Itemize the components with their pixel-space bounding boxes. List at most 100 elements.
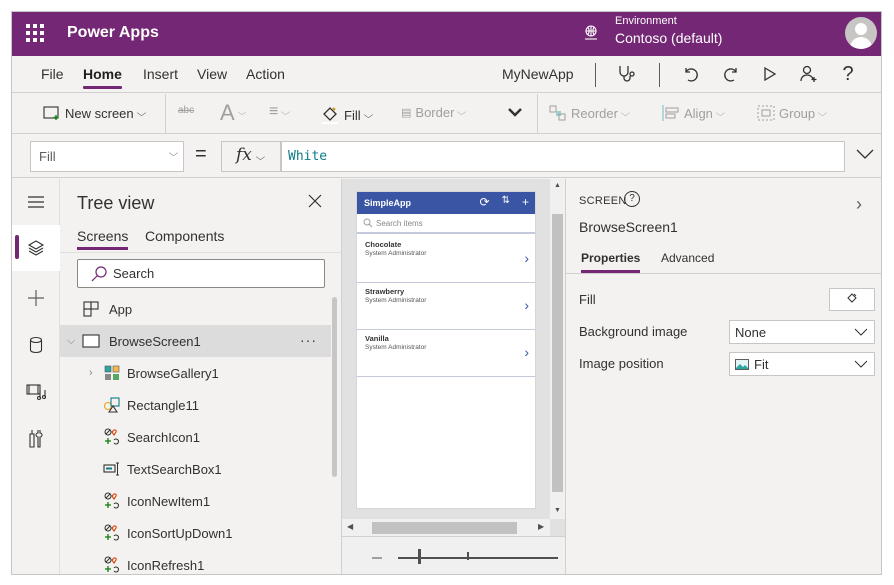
image-position-value: Fit xyxy=(754,356,769,372)
data-icon[interactable] xyxy=(12,322,60,368)
background-image-label: Background image xyxy=(579,324,688,339)
tab-components[interactable]: Components xyxy=(145,228,224,244)
undo-icon[interactable] xyxy=(680,63,702,85)
help-icon[interactable]: ? xyxy=(624,191,640,207)
tree-item-iconnewitem1[interactable]: IconNewItem1 xyxy=(60,485,331,517)
chevron-right-icon[interactable]: › xyxy=(856,194,862,215)
tree-item-rectangle11[interactable]: Rectangle11 xyxy=(60,389,331,421)
tree-item-browsescreen1[interactable]: ⌵ BrowseScreen1 ··· xyxy=(60,325,331,357)
text-align-icon[interactable]: ≡ ⌵ xyxy=(269,103,291,121)
gallery-item[interactable]: Vanilla System Administrator › xyxy=(357,330,535,377)
property-dropdown[interactable]: Fill ⌵ xyxy=(30,141,184,172)
reorder-button[interactable]: Reorder ⌵ xyxy=(549,105,630,121)
reorder-label: Reorder xyxy=(571,105,618,121)
gallery-item[interactable]: Chocolate System Administrator › xyxy=(357,236,535,283)
share-icon[interactable] xyxy=(798,63,820,85)
fill-button[interactable]: Fill ⌵ xyxy=(320,105,373,125)
chevron-right-icon[interactable]: › xyxy=(524,250,529,266)
menu-action[interactable]: Action xyxy=(246,66,285,82)
sort-icon[interactable]: ⇅ xyxy=(502,195,510,209)
environment-label: Environment xyxy=(615,15,677,27)
environment-icon[interactable] xyxy=(583,24,599,42)
scroll-down-icon[interactable]: ▼ xyxy=(554,507,561,514)
tree-item-iconsortupdown1[interactable]: IconSortUpDown1 xyxy=(60,517,331,549)
tree-view-panel: Tree view Screens Components Search App … xyxy=(60,179,341,574)
background-image-dropdown[interactable]: None xyxy=(729,320,875,344)
help-icon[interactable]: ? xyxy=(837,63,859,85)
app-preview-screen[interactable]: SimpleApp ⟳ ⇅ + Search items Chocolate S… xyxy=(356,191,536,509)
media-icon[interactable] xyxy=(12,369,60,415)
gallery-icon xyxy=(103,364,121,382)
tree-item-label: IconNewItem1 xyxy=(127,493,211,509)
scroll-up-icon[interactable]: ▲ xyxy=(554,182,561,189)
tree-item-searchicon1[interactable]: SearchIcon1 xyxy=(60,421,331,453)
close-icon[interactable] xyxy=(308,194,322,208)
fill-color-picker[interactable] xyxy=(829,288,875,311)
scroll-thumb[interactable] xyxy=(552,214,563,492)
fx-button[interactable]: fx ⌵ xyxy=(221,141,281,172)
app-launcher-icon[interactable] xyxy=(26,24,44,42)
advanced-tools-icon[interactable] xyxy=(12,416,60,462)
align-button[interactable]: Align ⌵ xyxy=(662,105,725,121)
tab-advanced[interactable]: Advanced xyxy=(661,251,714,265)
canvas-vertical-scrollbar[interactable]: ▲ ▼ xyxy=(550,179,565,519)
group-button[interactable]: Group ⌵ xyxy=(757,105,827,121)
search-items-input[interactable]: Search items xyxy=(357,214,535,234)
icons-icon xyxy=(103,428,121,446)
zoom-slider[interactable] xyxy=(398,557,558,559)
strikethrough-icon[interactable]: abc xyxy=(178,105,194,116)
scroll-thumb[interactable] xyxy=(372,522,517,534)
image-icon xyxy=(735,358,749,370)
play-icon[interactable] xyxy=(759,63,781,85)
chevron-down-icon[interactable]: ⌵ xyxy=(67,335,79,348)
menu-view[interactable]: View xyxy=(197,66,227,82)
more-options-icon[interactable]: ··· xyxy=(300,332,317,348)
tab-properties[interactable]: Properties xyxy=(581,251,641,273)
tree-item-browsegallery1[interactable]: › BrowseGallery1 xyxy=(60,357,331,389)
tree-scrollbar[interactable] xyxy=(332,297,337,477)
add-icon[interactable]: + xyxy=(522,195,529,209)
canvas-horizontal-scrollbar[interactable]: ◀ ▶ xyxy=(342,519,550,536)
chevron-right-icon[interactable]: › xyxy=(524,297,529,313)
left-nav-rail xyxy=(12,179,60,574)
font-size-icon[interactable]: A ⌵ xyxy=(220,100,246,126)
tree-item-textsearchbox1[interactable]: TextSearchBox1 xyxy=(60,453,331,485)
formula-input[interactable]: White xyxy=(281,141,845,172)
refresh-icon[interactable]: ⟳ xyxy=(480,195,490,209)
gallery-item[interactable]: Strawberry System Administrator › xyxy=(357,283,535,330)
new-screen-button[interactable]: New screen ⌵ xyxy=(43,105,146,121)
formula-bar: Fill ⌵ = fx ⌵ White xyxy=(12,135,881,178)
environment-value[interactable]: Contoso (default) xyxy=(615,30,722,46)
redo-icon[interactable] xyxy=(720,63,742,85)
title-bar: Power Apps Environment Contoso (default) xyxy=(12,12,881,56)
zoom-default-tick xyxy=(467,552,469,560)
chevron-right-icon[interactable]: › xyxy=(89,367,101,379)
zoom-out-icon[interactable] xyxy=(372,557,382,559)
ribbon-expand-icon[interactable] xyxy=(507,104,523,120)
menu-file[interactable]: File xyxy=(41,66,64,82)
zoom-bar xyxy=(342,536,566,574)
tree-view-icon[interactable] xyxy=(12,225,60,271)
property-value: Fill xyxy=(39,149,56,164)
border-button[interactable]: ▤ Border ⌵ xyxy=(401,105,467,120)
app-header: SimpleApp ⟳ ⇅ + xyxy=(357,192,535,214)
formula-expand-icon[interactable] xyxy=(855,147,875,161)
app-title[interactable]: MyNewApp xyxy=(502,66,574,82)
image-position-dropdown[interactable]: Fit xyxy=(729,352,875,376)
menu-home[interactable]: Home xyxy=(83,66,122,89)
gallery-item-subtitle: System Administrator xyxy=(365,344,427,351)
scroll-right-icon[interactable]: ▶ xyxy=(538,522,544,531)
tree-search-input[interactable]: Search xyxy=(77,259,325,288)
scroll-left-icon[interactable]: ◀ xyxy=(347,522,353,531)
tab-screens[interactable]: Screens xyxy=(77,228,129,250)
menu-insert[interactable]: Insert xyxy=(143,66,178,82)
tree-item-app[interactable]: App xyxy=(60,293,331,325)
user-avatar[interactable] xyxy=(845,17,877,49)
tree-item-iconrefresh1[interactable]: IconRefresh1 xyxy=(60,549,331,574)
zoom-slider-thumb[interactable] xyxy=(418,549,421,564)
insert-icon[interactable] xyxy=(12,275,60,321)
chevron-right-icon[interactable]: › xyxy=(524,344,529,360)
app-checker-icon[interactable] xyxy=(616,63,638,85)
hamburger-menu-icon[interactable] xyxy=(12,179,60,225)
border-label: Border xyxy=(415,105,455,120)
